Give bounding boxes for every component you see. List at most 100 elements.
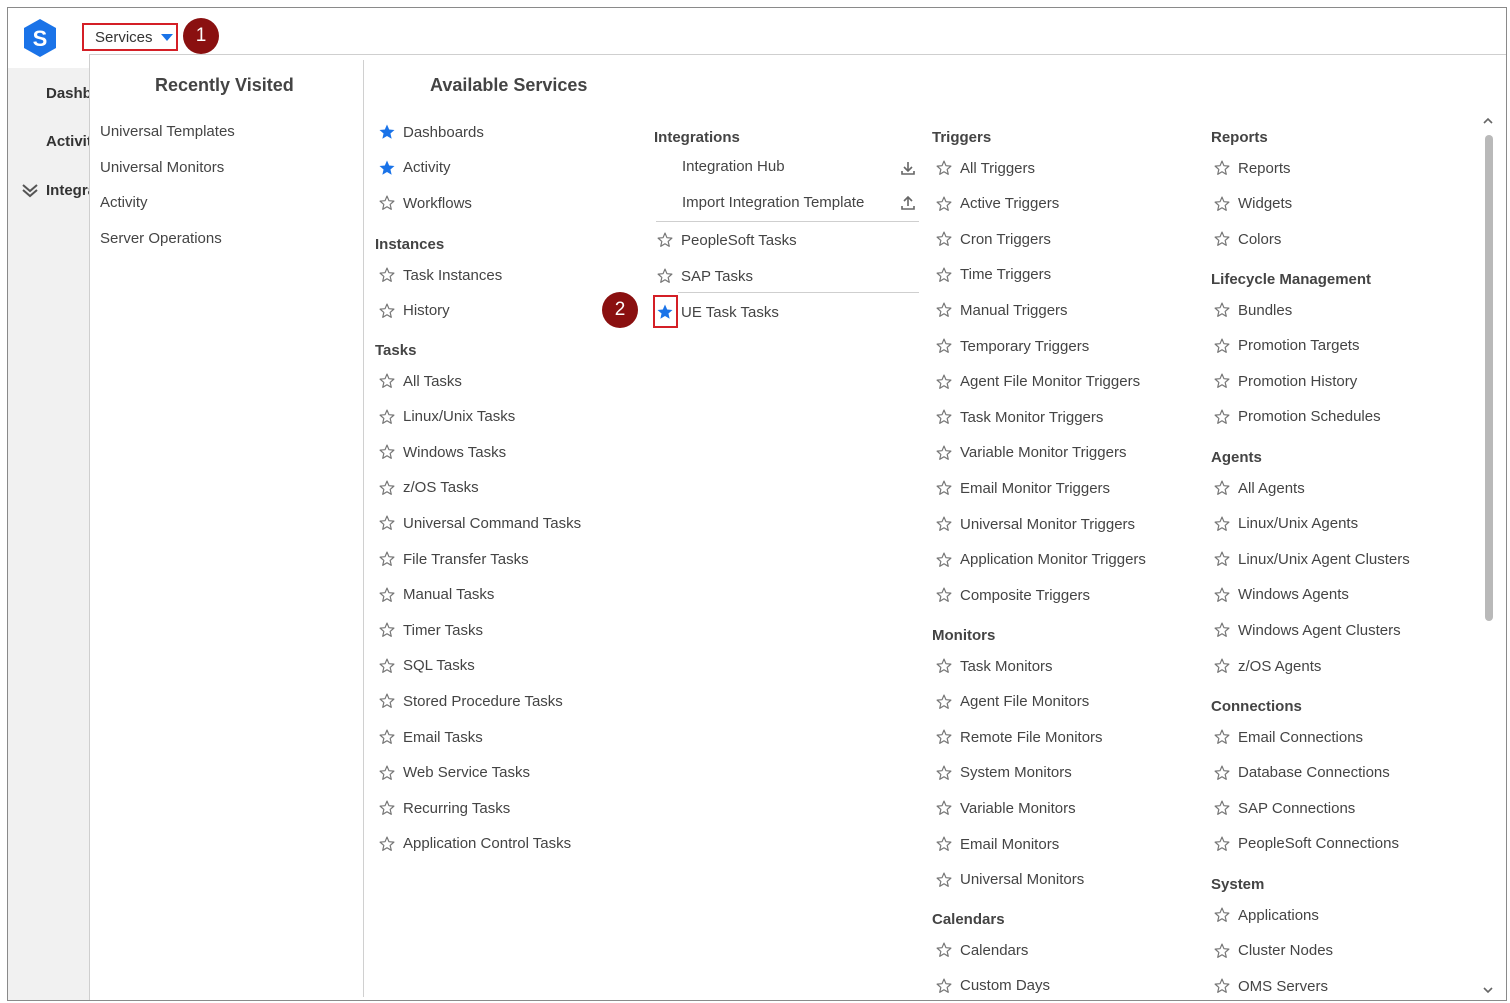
recent-item[interactable]: Server Operations [100, 230, 222, 247]
star-outline-icon[interactable] [1213, 408, 1231, 426]
service-item[interactable]: Universal Monitor Triggers [935, 514, 1135, 534]
star-outline-icon[interactable] [656, 231, 674, 249]
service-item[interactable]: Application Control Tasks [378, 834, 571, 854]
star-outline-icon[interactable] [378, 764, 396, 782]
star-outline-icon[interactable] [935, 337, 953, 355]
service-item[interactable]: Web Service Tasks [378, 763, 530, 783]
star-outline-icon[interactable] [378, 194, 396, 212]
upload-icon[interactable] [900, 195, 916, 211]
service-item[interactable]: Composite Triggers [935, 585, 1090, 605]
service-item[interactable]: Temporary Triggers [935, 336, 1089, 356]
services-dropdown-button[interactable]: Services [82, 23, 178, 51]
service-item[interactable]: Remote File Monitors [935, 727, 1103, 747]
star-outline-icon[interactable] [378, 799, 396, 817]
star-outline-icon[interactable] [1213, 337, 1231, 355]
service-item[interactable]: Agent File Monitors [935, 692, 1089, 712]
star-outline-icon[interactable] [378, 479, 396, 497]
service-item[interactable]: Windows Agent Clusters [1213, 620, 1401, 640]
service-item[interactable]: Dashboards [378, 122, 484, 142]
service-item[interactable]: SAP Tasks [656, 266, 753, 286]
star-outline-icon[interactable] [378, 408, 396, 426]
star-outline-icon[interactable] [935, 551, 953, 569]
service-item[interactable]: Linux/Unix Tasks [378, 407, 515, 427]
star-outline-icon[interactable] [1213, 906, 1231, 924]
star-outline-icon[interactable] [1213, 835, 1231, 853]
star-outline-icon[interactable] [378, 514, 396, 532]
service-item[interactable]: PeopleSoft Connections [1213, 834, 1399, 854]
star-outline-icon[interactable] [935, 159, 953, 177]
nav-item-dashboards[interactable]: Dashboards [46, 85, 89, 102]
star-outline-icon[interactable] [378, 621, 396, 639]
import-integration-template-link[interactable]: Import Integration Template [682, 194, 864, 211]
service-item[interactable]: Reports [1213, 158, 1291, 178]
star-outline-icon[interactable] [1213, 372, 1231, 390]
service-item[interactable]: Universal Monitors [935, 870, 1084, 890]
star-outline-icon[interactable] [935, 835, 953, 853]
star-outline-icon[interactable] [935, 871, 953, 889]
star-outline-icon[interactable] [1213, 942, 1231, 960]
star-outline-icon[interactable] [935, 693, 953, 711]
scrollbar-thumb[interactable] [1485, 135, 1493, 621]
star-outline-icon[interactable] [935, 266, 953, 284]
service-item[interactable]: OMS Servers [1213, 976, 1328, 996]
star-outline-icon[interactable] [935, 657, 953, 675]
star-outline-icon[interactable] [1213, 515, 1231, 533]
service-item[interactable]: Task Instances [378, 265, 502, 285]
service-item[interactable]: All Triggers [935, 158, 1035, 178]
star-outline-icon[interactable] [1213, 586, 1231, 604]
star-outline-icon[interactable] [378, 728, 396, 746]
service-item[interactable]: File Transfer Tasks [378, 549, 529, 569]
star-outline-icon[interactable] [1213, 657, 1231, 675]
service-item[interactable]: Email Tasks [378, 727, 483, 747]
star-outline-icon[interactable] [378, 443, 396, 461]
service-item[interactable]: Manual Triggers [935, 300, 1068, 320]
star-outline-icon[interactable] [378, 266, 396, 284]
star-outline-icon[interactable] [935, 941, 953, 959]
service-item[interactable]: SQL Tasks [378, 656, 475, 676]
star-outline-icon[interactable] [1213, 728, 1231, 746]
service-item[interactable]: Email Connections [1213, 727, 1363, 747]
star-outline-icon[interactable] [935, 408, 953, 426]
service-item[interactable]: Variable Monitor Triggers [935, 443, 1126, 463]
star-outline-icon[interactable] [378, 550, 396, 568]
star-filled-icon[interactable] [378, 123, 396, 141]
star-filled-icon[interactable] [378, 159, 396, 177]
service-item[interactable]: Calendars [935, 940, 1028, 960]
service-item[interactable]: Agent File Monitor Triggers [935, 372, 1140, 392]
service-item[interactable]: PeopleSoft Tasks [656, 230, 797, 250]
scroll-down-icon[interactable] [1482, 984, 1494, 996]
service-item[interactable]: Promotion Schedules [1213, 407, 1381, 427]
service-item[interactable]: Application Monitor Triggers [935, 550, 1146, 570]
star-outline-icon[interactable] [935, 301, 953, 319]
service-item[interactable]: Activity [378, 158, 451, 178]
star-outline-icon[interactable] [1213, 479, 1231, 497]
star-outline-icon[interactable] [1213, 195, 1231, 213]
star-outline-icon[interactable] [1213, 301, 1231, 319]
integration-hub-link[interactable]: Integration Hub [682, 158, 785, 175]
service-item[interactable]: Database Connections [1213, 763, 1390, 783]
service-item[interactable]: Cron Triggers [935, 229, 1051, 249]
star-outline-icon[interactable] [935, 728, 953, 746]
download-icon[interactable] [900, 160, 916, 176]
service-item[interactable]: Workflows [378, 193, 472, 213]
star-outline-icon[interactable] [935, 515, 953, 533]
star-outline-icon[interactable] [935, 373, 953, 391]
star-outline-icon[interactable] [378, 586, 396, 604]
service-item[interactable]: History [378, 301, 450, 321]
star-outline-icon[interactable] [1213, 799, 1231, 817]
service-item[interactable]: Linux/Unix Agents [1213, 514, 1358, 534]
star-outline-icon[interactable] [378, 692, 396, 710]
star-outline-icon[interactable] [1213, 764, 1231, 782]
service-item[interactable]: System Monitors [935, 763, 1072, 783]
recent-item[interactable]: Activity [100, 194, 148, 211]
service-item[interactable]: Custom Days [935, 976, 1050, 996]
service-item[interactable]: SAP Connections [1213, 798, 1355, 818]
service-item[interactable]: All Agents [1213, 478, 1305, 498]
star-outline-icon[interactable] [1213, 230, 1231, 248]
app-logo[interactable]: S [22, 18, 58, 58]
star-outline-icon[interactable] [1213, 550, 1231, 568]
service-item[interactable]: Manual Tasks [378, 585, 494, 605]
service-item[interactable]: Cluster Nodes [1213, 941, 1333, 961]
service-item[interactable]: All Tasks [378, 371, 462, 391]
star-outline-icon[interactable] [378, 835, 396, 853]
